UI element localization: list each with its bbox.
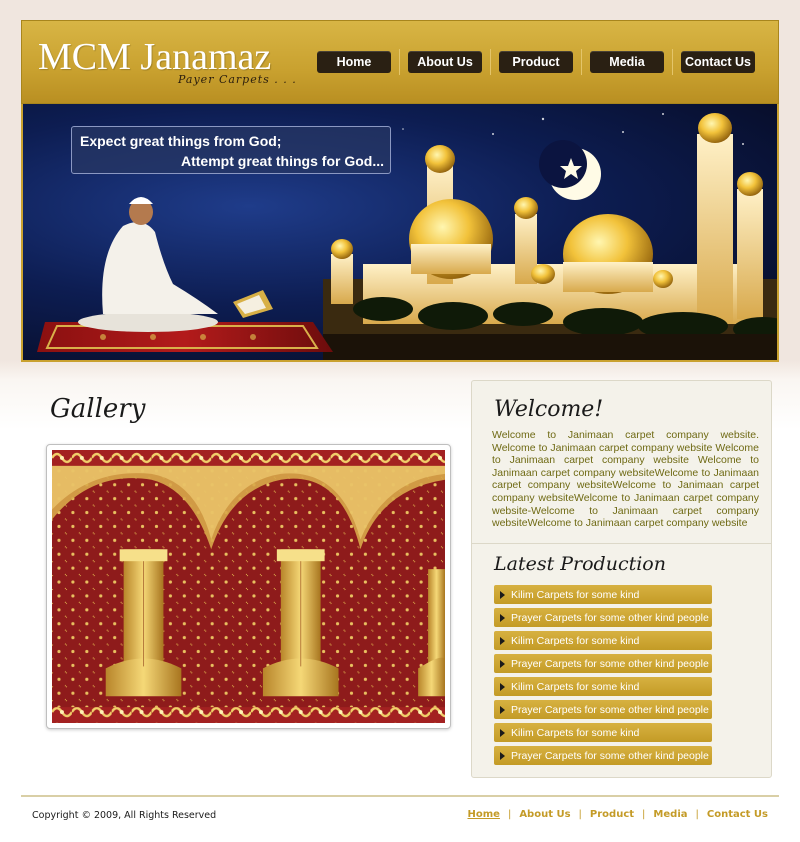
arrow-right-icon (500, 659, 505, 668)
nav-contact-us[interactable]: Contact Us (681, 51, 755, 73)
product-label: Prayer Carpets for some other kind peopl… (511, 611, 709, 624)
footer-link-media[interactable]: Media (653, 809, 687, 820)
product-link[interactable]: Prayer Carpets for some other kind peopl… (494, 654, 712, 673)
footer-divider (21, 795, 779, 797)
product-link[interactable]: Prayer Carpets for some other kind peopl… (494, 746, 712, 765)
nav-media[interactable]: Media (590, 51, 664, 73)
footer-separator: | (507, 809, 512, 820)
arrow-right-icon (500, 751, 505, 760)
footer-link-home[interactable]: Home (467, 809, 499, 820)
carpet-image (52, 450, 445, 723)
product-label: Kilim Carpets for some kind (511, 680, 640, 693)
product-link[interactable]: Prayer Carpets for some other kind peopl… (494, 608, 712, 627)
main-nav: Home About Us Product Media Contact Us (317, 49, 755, 75)
nav-product[interactable]: Product (499, 51, 573, 73)
product-link[interactable]: Kilim Carpets for some kind (494, 585, 712, 604)
product-label: Kilim Carpets for some kind (511, 588, 640, 601)
product-link[interactable]: Kilim Carpets for some kind (494, 723, 712, 742)
welcome-panel: Welcome! Welcome to Janimaan carpet comp… (471, 380, 772, 778)
quote-line-1: Expect great things from God; (80, 133, 282, 149)
arrow-right-icon (500, 728, 505, 737)
footer-nav: Home | About Us | Product | Media | Cont… (467, 809, 768, 820)
arrow-right-icon (500, 613, 505, 622)
footer-separator: | (695, 809, 699, 820)
arrow-right-icon (500, 705, 505, 714)
site-tagline: Payer Carpets . . . (178, 73, 297, 86)
panel-divider (472, 543, 771, 544)
site-header: MCM Janamaz Payer Carpets . . . Home Abo… (21, 20, 779, 104)
copyright-text: Copyright © 2009, All Rights Reserved (32, 810, 217, 821)
nav-home[interactable]: Home (317, 51, 391, 73)
product-label: Prayer Carpets for some other kind peopl… (511, 703, 709, 716)
arrow-right-icon (500, 682, 505, 691)
nav-divider (490, 49, 491, 75)
nav-divider (399, 49, 400, 75)
product-link[interactable]: Prayer Carpets for some other kind peopl… (494, 700, 712, 719)
product-list: Kilim Carpets for some kind Prayer Carpe… (494, 585, 712, 769)
nav-divider (581, 49, 582, 75)
welcome-paragraph: Welcome to Janimaan carpet company websi… (492, 429, 759, 530)
product-label: Prayer Carpets for some other kind peopl… (511, 657, 709, 670)
nav-about-us[interactable]: About Us (408, 51, 482, 73)
product-label: Kilim Carpets for some kind (511, 634, 640, 647)
gallery-heading: Gallery (50, 394, 146, 424)
product-label: Kilim Carpets for some kind (511, 726, 640, 739)
product-link[interactable]: Kilim Carpets for some kind (494, 677, 712, 696)
hero-banner: Expect great things from God; Attempt gr… (21, 104, 779, 362)
footer-link-product[interactable]: Product (590, 809, 634, 820)
welcome-heading: Welcome! (494, 397, 604, 422)
footer-separator: | (578, 809, 582, 820)
quote-line-2: Attempt great things for God... (181, 153, 384, 169)
footer-link-contact-us[interactable]: Contact Us (707, 809, 768, 820)
product-link[interactable]: Kilim Carpets for some kind (494, 631, 712, 650)
gallery-image-frame[interactable] (46, 444, 451, 729)
footer-link-about-us[interactable]: About Us (519, 809, 570, 820)
quote-box: Expect great things from God; Attempt gr… (71, 126, 391, 174)
nav-divider (672, 49, 673, 75)
arrow-right-icon (500, 590, 505, 599)
arrow-right-icon (500, 636, 505, 645)
footer-separator: | (642, 809, 646, 820)
latest-production-heading: Latest Production (494, 553, 666, 575)
product-label: Prayer Carpets for some other kind peopl… (511, 749, 709, 762)
